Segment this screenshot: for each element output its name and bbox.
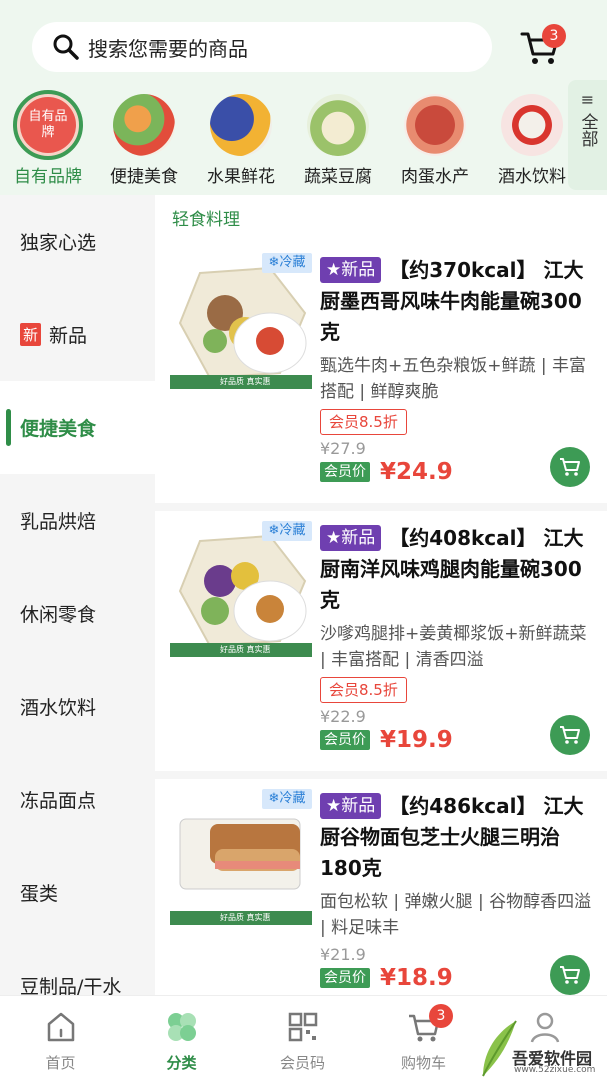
nav-home[interactable]: 首页 (0, 996, 121, 1080)
convenience-food-image (113, 94, 175, 156)
cold-storage-tag: ❄冷藏 (262, 253, 312, 273)
sidebar-item-convenience-food[interactable]: 便捷美食 (0, 381, 155, 474)
add-to-cart-button[interactable] (550, 955, 590, 995)
nav-label: 首页 (45, 1054, 76, 1072)
new-badge: ★新品 (320, 257, 382, 283)
product-title: ★新品 【约486kcal】 江大厨谷物面包芝士火腿三明治180克 (320, 793, 584, 880)
sidebar-item-soy[interactable]: 豆制品/干水 (0, 939, 155, 995)
discount-tag: 会员8.5折 (320, 677, 407, 703)
fruits-image (210, 94, 272, 156)
product-card[interactable]: ❄冷藏 好品质 真实惠 ★新品 【约370kcal】 江大厨墨西哥风味牛肉能量碗3… (155, 253, 607, 521)
nav-label: 会员码 (279, 1054, 325, 1072)
search-icon (53, 34, 79, 60)
category-drinks[interactable]: 酒水饮料 (484, 88, 580, 188)
category-label: 自有品牌 (14, 167, 82, 187)
product-card[interactable]: ❄冷藏 好品质 真实惠 ★新品 【约408kcal】 江大厨南洋风味鸡腿肉能量碗3… (155, 521, 607, 789)
nav-cart[interactable]: 3 购物车 (363, 996, 484, 1080)
image-footer: 好品质 真实惠 (170, 375, 312, 389)
sidebar-item-snacks[interactable]: 休闲零食 (0, 567, 155, 660)
original-price: ¥22.9 (320, 707, 366, 726)
sidebar-item-eggs[interactable]: 蛋类 (0, 846, 155, 939)
member-price: ¥19.9 (380, 727, 453, 753)
member-price-row: 会员价 ¥18.9 (320, 965, 453, 991)
vegetables-image (307, 94, 369, 156)
own-brand-logo: 自有品牌 (13, 90, 83, 160)
sidebar-item-new[interactable]: 新新品 (0, 288, 155, 381)
cart-badge: 3 (542, 24, 566, 48)
new-badge: ★新品 (320, 793, 382, 819)
product-image (178, 266, 307, 380)
member-price-tag: 会员价 (320, 462, 370, 482)
member-price-tag: 会员价 (320, 730, 370, 750)
product-description: 沙嗲鸡腿排+姜黄椰浆饭+新鲜蔬菜 | 丰富搭配 | 清香四溢 (320, 624, 587, 670)
add-to-cart-button[interactable] (550, 715, 590, 755)
product-list: 轻食料理 ❄冷藏 好品质 真实惠 ★新品 【约370kcal】 江大厨墨西哥风味牛… (155, 195, 607, 995)
product-card[interactable]: ❄冷藏 好品质 真实惠 ★新品 【约486kcal】 江大厨谷物面包芝士火腿三明治… (155, 789, 607, 995)
member-price: ¥18.9 (380, 965, 453, 991)
sidebar-item-exclusive[interactable]: 独家心选 (0, 195, 155, 288)
product-title: ★新品 【约370kcal】 江大厨墨西哥风味牛肉能量碗300克 (320, 257, 584, 344)
cart-icon (560, 966, 580, 984)
sidebar-item-drinks[interactable]: 酒水饮料 (0, 660, 155, 753)
search-bar[interactable]: 搜索您需要的商品 (32, 22, 492, 72)
discount-tag: 会员8.5折 (320, 409, 407, 435)
product-image (179, 818, 301, 890)
category-label: 水果鲜花 (207, 167, 275, 187)
category-strip: 自有品牌 自有品牌 便捷美食 水果鲜花 蔬菜豆腐 肉蛋水产 酒水饮料 (0, 88, 570, 188)
section-title: 轻食料理 (172, 210, 240, 230)
product-description: 甄选牛肉+五色杂粮饭+鲜蔬 | 丰富搭配 | 鲜醇爽脆 (320, 356, 587, 402)
product-description: 面包松软 | 弹嫩火腿 | 谷物醇香四溢 | 料足味丰 (320, 892, 592, 938)
member-price-row: 会员价 ¥24.9 (320, 459, 453, 485)
drinks-image (501, 94, 563, 156)
cold-storage-tag: ❄冷藏 (262, 521, 312, 541)
member-price-row: 会员价 ¥19.9 (320, 727, 453, 753)
category-label: 便捷美食 (110, 167, 178, 187)
category-label: 蔬菜豆腐 (304, 167, 372, 187)
nav-category[interactable]: 分类 (121, 996, 242, 1080)
category-label: 酒水饮料 (498, 167, 566, 187)
category-icon (167, 1013, 196, 1041)
image-footer: 好品质 真实惠 (170, 643, 312, 657)
cart-icon (560, 726, 580, 744)
new-badge: ★新品 (320, 525, 382, 551)
cart-button[interactable]: 3 (520, 24, 566, 70)
divider (155, 771, 607, 779)
meat-image (404, 94, 466, 156)
search-placeholder: 搜索您需要的商品 (88, 36, 248, 61)
category-meat-eggs-seafood[interactable]: 肉蛋水产 (387, 88, 483, 188)
category-label: 肉蛋水产 (401, 167, 469, 187)
nav-label: 分类 (166, 1054, 197, 1072)
add-to-cart-button[interactable] (550, 447, 590, 487)
cart-icon (560, 458, 580, 476)
product-image (178, 534, 307, 648)
home-icon (47, 1012, 74, 1042)
menu-icon: ≡ (580, 90, 595, 109)
category-sidebar: 独家心选 新新品 便捷美食 乳品烘焙 休闲零食 酒水饮料 冻品面点 蛋类 豆制品… (0, 195, 155, 995)
category-fruits-flowers[interactable]: 水果鲜花 (193, 88, 289, 188)
sidebar-item-frozen[interactable]: 冻品面点 (0, 753, 155, 846)
member-price-tag: 会员价 (320, 968, 370, 988)
product-title: ★新品 【约408kcal】 江大厨南洋风味鸡腿肉能量碗300克 (320, 525, 584, 612)
cart-badge: 3 (429, 1004, 453, 1028)
new-tag: 新 (20, 323, 42, 346)
original-price: ¥27.9 (320, 439, 366, 458)
nav-label: 购物车 (400, 1054, 446, 1072)
all-label: 全部 (577, 113, 598, 147)
original-price: ¥21.9 (320, 945, 366, 964)
qr-code-icon (288, 1012, 317, 1042)
watermark: 吾爱软件园 www.52zixue.com (478, 1005, 607, 1080)
cold-storage-tag: ❄冷藏 (262, 789, 312, 809)
all-categories-button[interactable]: ≡ 全部 (568, 80, 607, 190)
nav-member-code[interactable]: 会员码 (242, 996, 363, 1080)
member-price: ¥24.9 (380, 459, 453, 485)
category-convenience-food[interactable]: 便捷美食 (96, 88, 192, 188)
divider (155, 503, 607, 511)
category-own-brand[interactable]: 自有品牌 自有品牌 (0, 88, 96, 188)
header: 搜索您需要的商品 3 自有品牌 自有品牌 便捷美食 水果鲜花 蔬菜豆腐 肉蛋水产… (0, 0, 607, 195)
watermark-url: www.52zixue.com (514, 1065, 596, 1075)
sidebar-item-dairy-bakery[interactable]: 乳品烘焙 (0, 474, 155, 567)
image-footer: 好品质 真实惠 (170, 911, 312, 925)
category-vegetables-tofu[interactable]: 蔬菜豆腐 (290, 88, 386, 188)
